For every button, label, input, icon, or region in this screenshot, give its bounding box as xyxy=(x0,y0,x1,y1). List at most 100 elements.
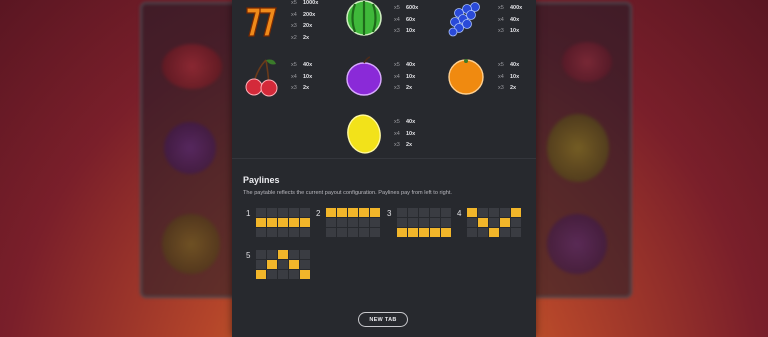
payline-cell xyxy=(267,270,277,279)
payline-cell-active xyxy=(300,218,310,227)
payline-cell xyxy=(511,218,521,227)
payline-grid xyxy=(467,208,521,237)
paytable-panel: x5 1000x x4 200x x3 20x x2 2x x5 600x x4 60x x… xyxy=(232,0,536,337)
orange-paytable: x5 40x x4 10x x3 2x xyxy=(498,62,520,91)
payline-cell xyxy=(337,218,347,227)
payline-cell-active xyxy=(397,228,407,237)
payline-cell xyxy=(278,208,288,217)
payline-cell xyxy=(256,208,266,217)
plum-paytable: x5 40x x4 10x x3 2x xyxy=(394,62,416,91)
grapes-icon xyxy=(448,2,480,37)
payline-cell xyxy=(337,228,347,237)
ghost-lemon-right-icon xyxy=(547,114,609,182)
payline-cell xyxy=(478,228,488,237)
payline-number: 1 xyxy=(246,209,251,218)
payline-number: 4 xyxy=(457,209,462,218)
payline-cell-active xyxy=(441,228,451,237)
orange-icon xyxy=(448,59,484,95)
payline-cell-active xyxy=(408,228,418,237)
payline-cell xyxy=(267,250,277,259)
payline-cell xyxy=(300,260,310,269)
payline-cell xyxy=(408,208,418,217)
plum-icon xyxy=(346,56,382,96)
payline-cell xyxy=(289,208,299,217)
payline-cell xyxy=(500,208,510,217)
payline-cell xyxy=(441,208,451,217)
payline-cell xyxy=(278,228,288,237)
payline-cell xyxy=(430,218,440,227)
payline-cell xyxy=(289,228,299,237)
payline-cell-active xyxy=(370,208,380,217)
payline-cell xyxy=(289,270,299,279)
payline-cell xyxy=(256,260,266,269)
payline-cell xyxy=(441,218,451,227)
payline-number: 2 xyxy=(316,209,321,218)
payline-grid xyxy=(256,250,310,279)
payline-cell xyxy=(370,228,380,237)
payline-cell xyxy=(467,218,477,227)
payline-cell-active xyxy=(430,228,440,237)
payline-cell xyxy=(419,208,429,217)
payline-cell-active xyxy=(359,208,369,217)
paylines-description: The paytable reflects the current payout… xyxy=(243,190,452,196)
payline-cell-active xyxy=(467,208,477,217)
payline-cell-active xyxy=(419,228,429,237)
payline-cell-active xyxy=(278,218,288,227)
payline-cell-active xyxy=(256,270,266,279)
payline-cell xyxy=(326,218,336,227)
payline-cell-active xyxy=(267,218,277,227)
payline-cell-active xyxy=(511,208,521,217)
section-divider xyxy=(232,158,536,159)
payline-cell xyxy=(397,208,407,217)
cherry-icon xyxy=(245,59,278,97)
seven-icon xyxy=(246,7,277,37)
payline-cell-active xyxy=(289,218,299,227)
payline-cell xyxy=(430,208,440,217)
watermelon-icon xyxy=(346,0,382,36)
payline-grid xyxy=(256,208,310,237)
payline-cell xyxy=(500,228,510,237)
paylines-title: Paylines xyxy=(243,175,280,185)
cherry-paytable: x5 40x x4 10x x3 2x xyxy=(291,62,313,91)
payline-cell xyxy=(289,250,299,259)
payline-cell xyxy=(256,250,266,259)
payline-cell-active xyxy=(489,228,499,237)
ghost-plum-icon xyxy=(164,122,216,174)
payline-cell-active xyxy=(267,260,277,269)
payline-grid xyxy=(397,208,451,237)
payline-cell-active xyxy=(289,260,299,269)
payline-cell xyxy=(256,228,266,237)
seven-paytable: x5 1000x x4 200x x3 20x x2 2x xyxy=(291,0,319,41)
payline-cell xyxy=(478,208,488,217)
payline-cell xyxy=(489,208,499,217)
new-tab-button[interactable]: NEW TAB xyxy=(358,312,408,327)
payline-cell xyxy=(300,250,310,259)
payline-cell-active xyxy=(348,208,358,217)
payline-cell-active xyxy=(256,218,266,227)
payline-cell xyxy=(348,228,358,237)
ghost-plum-right-icon xyxy=(547,214,607,274)
payline-cell-active xyxy=(478,218,488,227)
payline-cell xyxy=(278,270,288,279)
payline-cell xyxy=(300,228,310,237)
payline-cell xyxy=(278,260,288,269)
payline-cell xyxy=(267,228,277,237)
payline-cell xyxy=(489,218,499,227)
payline-cell-active xyxy=(300,270,310,279)
payline-cell xyxy=(397,218,407,227)
lemon-paytable: x5 40x x4 10x x3 2x xyxy=(394,119,416,148)
payline-cell xyxy=(419,218,429,227)
payline-cell-active xyxy=(326,208,336,217)
payline-cell-active xyxy=(278,250,288,259)
payline-cell xyxy=(300,208,310,217)
payline-cell-active xyxy=(500,218,510,227)
lemon-icon xyxy=(347,114,381,154)
payline-cell xyxy=(467,228,477,237)
payline-cell xyxy=(267,208,277,217)
watermelon-paytable: x5 600x x4 60x x3 10x xyxy=(394,5,419,34)
payline-cell xyxy=(326,228,336,237)
payline-cell-active xyxy=(337,208,347,217)
payline-cell xyxy=(359,228,369,237)
payline-cell xyxy=(408,218,418,227)
payline-cell xyxy=(359,218,369,227)
